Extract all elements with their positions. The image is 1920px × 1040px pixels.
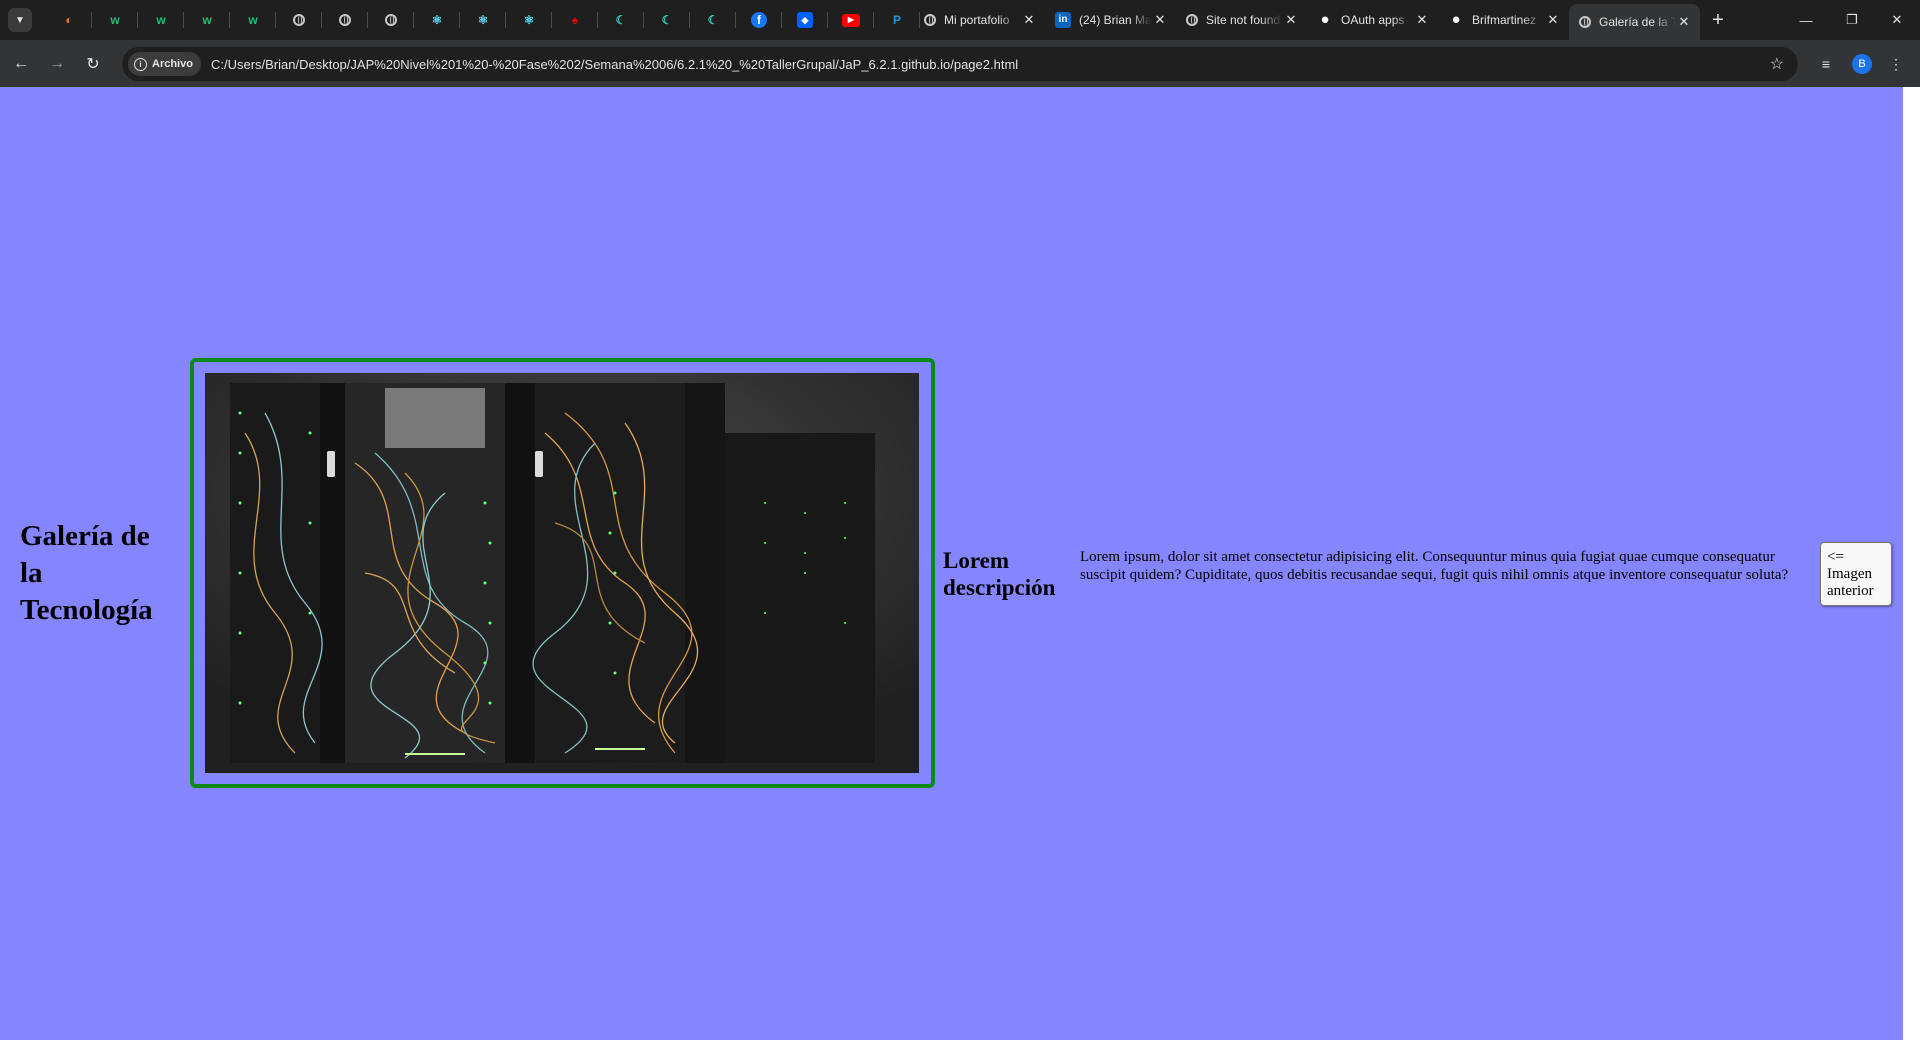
- santander-icon: ♠: [571, 13, 579, 27]
- github-icon: ●: [1320, 11, 1330, 28]
- dropbox-icon: ◆: [797, 12, 813, 28]
- tab-close-icon[interactable]: ✕: [1283, 12, 1299, 28]
- minimize-icon: —: [1799, 12, 1813, 28]
- pinned-tab[interactable]: w: [92, 0, 138, 40]
- globe-icon: [385, 14, 397, 26]
- moon-icon: ☾: [707, 13, 719, 27]
- reload-button[interactable]: ↻: [80, 51, 106, 77]
- react-icon: ⚛: [431, 13, 443, 27]
- plus-icon: +: [1712, 8, 1724, 31]
- pinned-tab[interactable]: ⚛: [506, 0, 552, 40]
- chevron-down-icon: ▼: [15, 14, 25, 26]
- moon-icon: ☾: [615, 13, 627, 27]
- tab-search-button[interactable]: ▼: [8, 8, 32, 32]
- address-bar[interactable]: i Archivo C:/Users/Brian/Desktop/JAP%20N…: [122, 47, 1798, 81]
- pinned-tab[interactable]: w: [184, 0, 230, 40]
- tab-title: OAuth apps: [1341, 13, 1405, 27]
- new-tab-button[interactable]: +: [1704, 6, 1732, 34]
- linkedin-icon: in: [1055, 12, 1071, 28]
- tab-active[interactable]: Galería de la Tecnología✕: [1569, 4, 1700, 40]
- tab-title: (24) Brian Martinez: [1079, 13, 1152, 27]
- arrow-right-icon: →: [49, 55, 65, 72]
- tab-close-icon[interactable]: ✕: [1152, 12, 1168, 28]
- queue-music-icon: ≡: [1821, 56, 1831, 72]
- pinned-tab[interactable]: ☾: [644, 0, 690, 40]
- site-info-chip[interactable]: i Archivo: [128, 52, 201, 76]
- page-scrollbar[interactable]: [1903, 87, 1920, 1040]
- pinned-tab[interactable]: w: [230, 0, 276, 40]
- pinned-tabs: ◐ w w w w ⚛ ⚛ ⚛ ♠ ☾ ☾ ☾ f ◆ ▶ P: [46, 0, 920, 40]
- w-icon: w: [156, 13, 166, 27]
- server-rack-image: [205, 373, 919, 773]
- w-icon: w: [202, 13, 212, 27]
- moon-icon: ☾: [661, 13, 673, 27]
- react-icon: ⚛: [477, 13, 489, 27]
- page-title: Galería de la Tecnología: [20, 520, 153, 626]
- tab[interactable]: Mi portafolio ✕: [914, 4, 1045, 36]
- pinned-tab[interactable]: w: [138, 0, 184, 40]
- description-title: Lorem descripción: [943, 548, 1056, 600]
- close-window-button[interactable]: ✕: [1874, 0, 1920, 40]
- previous-image-button[interactable]: <= Imagen anterior: [1820, 542, 1892, 606]
- tab[interactable]: ● OAuth apps ✕: [1307, 4, 1438, 36]
- bookmark-star-icon[interactable]: ☆: [1770, 54, 1784, 74]
- pinned-tab[interactable]: [322, 0, 368, 40]
- globe-icon: [924, 14, 936, 26]
- pinned-tab[interactable]: ☾: [690, 0, 736, 40]
- avatar: B: [1852, 54, 1872, 74]
- open-tabs: Mi portafolio✕in(24) Brian Martinez✕Site…: [914, 0, 1700, 40]
- facebook-icon: f: [751, 12, 767, 28]
- tab-close-icon[interactable]: ✕: [1021, 12, 1037, 28]
- tab-close-icon[interactable]: ✕: [1676, 14, 1692, 30]
- kebab-menu-icon: ⋮: [1889, 55, 1903, 72]
- tab[interactable]: Site not found ✕: [1176, 4, 1307, 36]
- globe-icon: [1579, 16, 1591, 28]
- tab-title: Brifmartinez: [1472, 13, 1537, 27]
- arrow-left-icon: ←: [13, 55, 29, 72]
- youtube-icon: ▶: [842, 13, 860, 27]
- pinned-tab[interactable]: ◆: [782, 0, 828, 40]
- back-button[interactable]: ←: [8, 51, 34, 77]
- pinned-tab[interactable]: [276, 0, 322, 40]
- globe-icon: [293, 14, 305, 26]
- tab-title: Mi portafolio: [944, 13, 1010, 27]
- site-info-label: Archivo: [152, 58, 193, 70]
- tab-close-icon[interactable]: ✕: [1414, 12, 1430, 28]
- restore-button[interactable]: ❐: [1829, 0, 1875, 40]
- browser-menu-button[interactable]: ⋮: [1883, 51, 1909, 77]
- globe-icon: [1186, 14, 1198, 26]
- pinned-tab[interactable]: f: [736, 0, 782, 40]
- minimize-button[interactable]: —: [1783, 0, 1829, 40]
- tab-title: Site not found: [1206, 13, 1281, 27]
- pinned-tab[interactable]: ⚛: [414, 0, 460, 40]
- w-icon: w: [110, 13, 120, 27]
- close-icon: ✕: [1891, 12, 1903, 27]
- paypal-icon: P: [892, 13, 901, 27]
- tab-title: Galería de la Tecnología: [1599, 15, 1676, 29]
- tab[interactable]: in (24) Brian Martinez✕: [1045, 4, 1176, 36]
- media-controls-button[interactable]: ≡: [1813, 51, 1839, 77]
- crunchyroll-icon: ◐: [65, 13, 73, 27]
- restore-icon: ❐: [1846, 12, 1858, 27]
- info-icon: i: [134, 57, 147, 71]
- react-icon: ⚛: [523, 13, 535, 27]
- profile-button[interactable]: B: [1849, 51, 1875, 77]
- reload-icon: ↻: [86, 56, 100, 73]
- globe-icon: [339, 14, 351, 26]
- pinned-tab[interactable]: ⚛: [460, 0, 506, 40]
- forward-button[interactable]: →: [44, 51, 70, 77]
- w-icon: w: [248, 13, 258, 27]
- pinned-tab[interactable]: ◐: [46, 0, 92, 40]
- pinned-tab[interactable]: ♠: [552, 0, 598, 40]
- pinned-tab[interactable]: ☾: [598, 0, 644, 40]
- pinned-tab[interactable]: [368, 0, 414, 40]
- tab-close-icon[interactable]: ✕: [1545, 12, 1561, 28]
- github-icon: ●: [1451, 11, 1461, 28]
- tab[interactable]: ● Brifmartinez ✕: [1438, 4, 1569, 36]
- pinned-tab[interactable]: ▶: [828, 0, 874, 40]
- description-text: Lorem ipsum, dolor sit amet consectetur …: [1080, 549, 1789, 583]
- url-text[interactable]: C:/Users/Brian/Desktop/JAP%20Nivel%201%2…: [211, 57, 1018, 72]
- tab-strip: ▼ ◐ w w w w ⚛ ⚛ ⚛ ♠ ☾ ☾ ☾ f ◆ ▶ P Mi portafolio ✕ in (24) …: [0, 0, 1920, 40]
